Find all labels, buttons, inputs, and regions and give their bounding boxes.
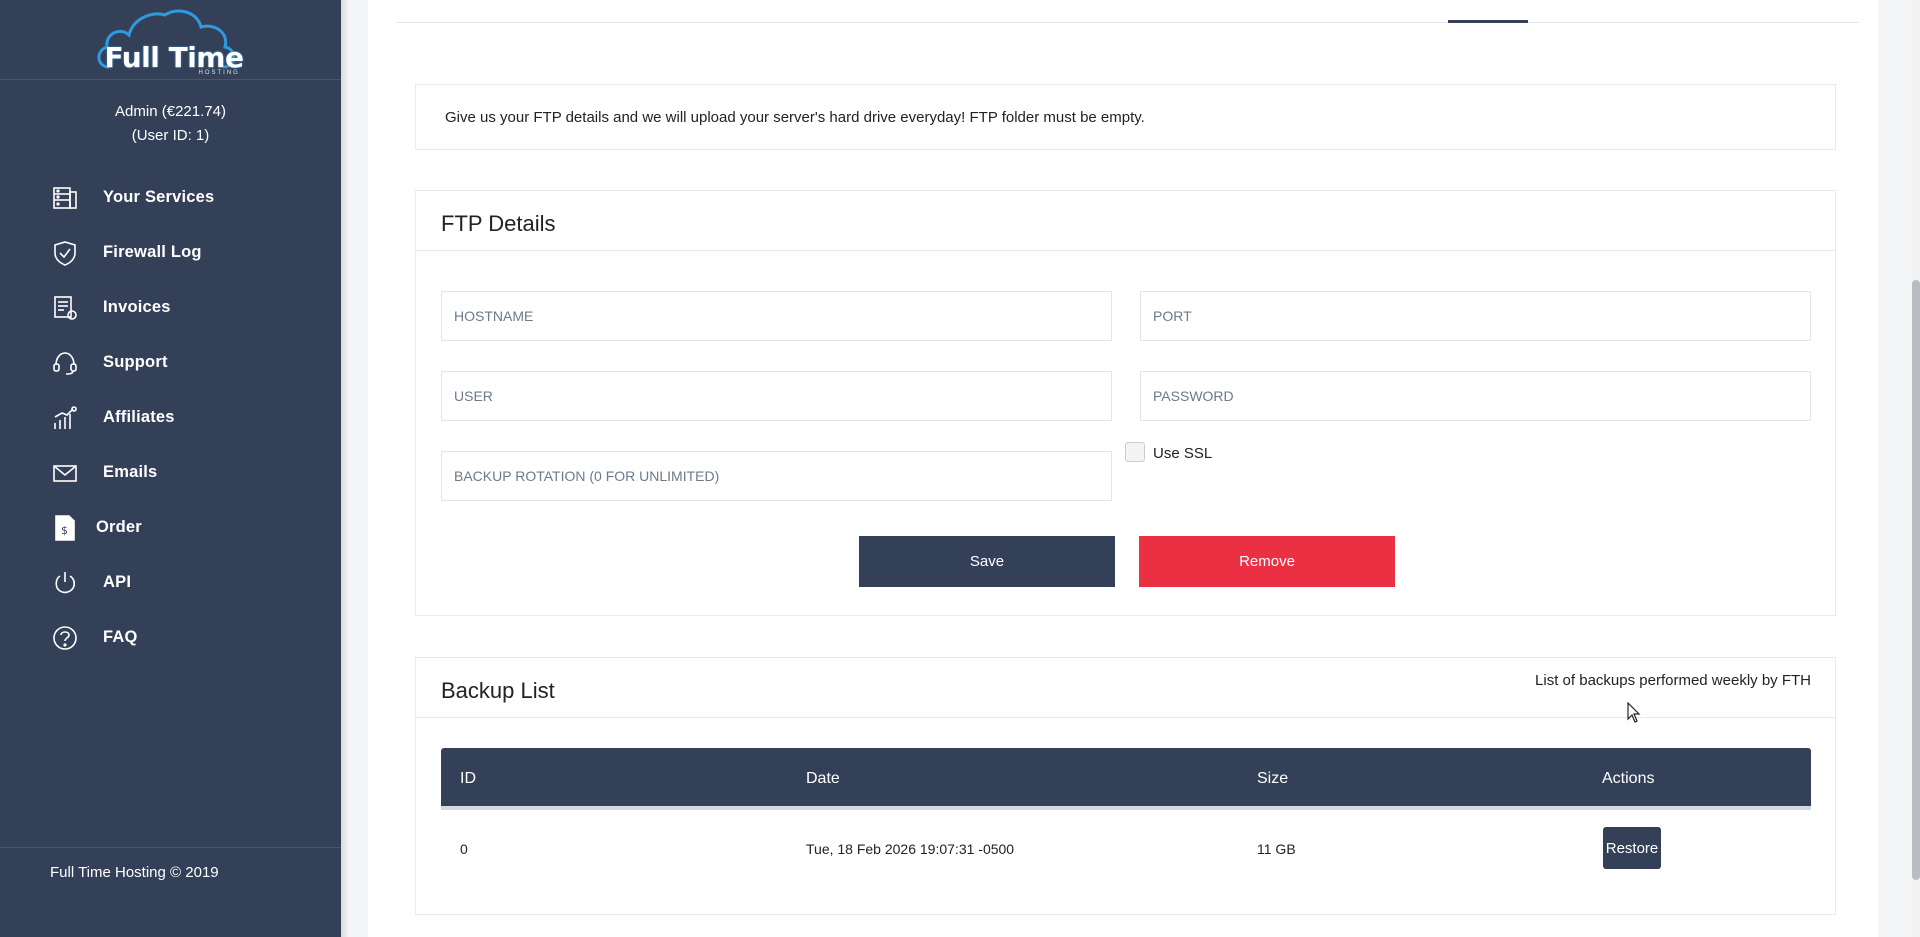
use-ssl-checkbox[interactable] <box>1125 442 1145 462</box>
sidebar-item-label: Affiliates <box>103 408 175 426</box>
growth-chart-icon <box>52 404 78 432</box>
cell-size: 11 GB <box>1257 841 1296 857</box>
user-balance: Admin (€221.74) <box>115 103 226 120</box>
sidebar-item-label: API <box>103 573 132 591</box>
sidebar-item-support[interactable]: Support <box>0 335 341 390</box>
brand-tagline: HOSTING <box>198 69 240 76</box>
svg-text:$: $ <box>61 524 68 537</box>
active-tab-indicator <box>1448 20 1528 23</box>
backup-list-subtitle: List of backups performed weekly by FTH <box>1535 672 1811 689</box>
column-header-actions: Actions <box>1602 770 1655 787</box>
invoice-icon <box>52 294 78 322</box>
brand-header: Full Time HOSTING <box>0 0 341 80</box>
sidebar-item-invoices[interactable]: Invoices <box>0 280 341 335</box>
headset-icon <box>52 349 78 377</box>
sidebar-shadow <box>341 0 349 937</box>
sidebar-item-label: Emails <box>103 463 158 481</box>
backup-list-card: Backup List List of backups performed we… <box>415 657 1836 915</box>
cell-date: Tue, 18 Feb 2026 19:07:31 -0500 <box>806 841 1015 857</box>
hostname-input[interactable] <box>441 291 1112 341</box>
backup-list-title: Backup List <box>441 678 555 703</box>
table-header: ID Date Size Actions <box>441 748 1811 810</box>
ftp-details-card: FTP Details Use SSL Save Remove <box>415 190 1836 616</box>
sidebar-item-label: Order <box>96 518 142 536</box>
restore-button[interactable]: Restore <box>1603 827 1661 869</box>
envelope-icon <box>52 459 78 487</box>
user-info: Admin (€221.74) (User ID: 1) <box>0 100 341 148</box>
brand-logo[interactable]: Full Time HOSTING <box>91 5 251 76</box>
sidebar-item-label: Invoices <box>103 298 171 316</box>
user-id: (User ID: 1) <box>131 127 210 144</box>
sidebar-item-order[interactable]: $ Order <box>0 500 341 555</box>
remove-button[interactable]: Remove <box>1139 536 1395 587</box>
backup-rotation-input[interactable] <box>441 451 1112 501</box>
sidebar-item-label: Support <box>103 353 168 371</box>
password-input[interactable] <box>1140 371 1811 421</box>
main-panel: Give us your FTP details and we will upl… <box>368 0 1878 937</box>
power-icon <box>52 569 78 597</box>
sidebar-item-label: Your Services <box>103 188 215 206</box>
tabs-divider <box>396 22 1859 23</box>
user-input[interactable] <box>441 371 1112 421</box>
sidebar-footer: Full Time Hosting © 2019 <box>0 847 341 937</box>
sidebar: Full Time HOSTING Admin (€221.74) (User … <box>0 0 341 937</box>
question-icon <box>52 624 78 652</box>
column-header-id: ID <box>460 770 476 787</box>
sidebar-item-your-services[interactable]: Your Services <box>0 170 341 225</box>
scrollbar-thumb[interactable] <box>1912 280 1920 880</box>
order-document-icon: $ <box>52 514 78 542</box>
port-input[interactable] <box>1140 291 1811 341</box>
sidebar-item-faq[interactable]: FAQ <box>0 610 341 665</box>
use-ssl-label[interactable]: Use SSL <box>1153 445 1212 462</box>
shield-icon <box>52 239 78 267</box>
mouse-cursor-icon <box>1627 702 1641 723</box>
sidebar-item-firewall-log[interactable]: Firewall Log <box>0 225 341 280</box>
sidebar-nav: Your Services Firewall Log Invoices Supp… <box>0 170 341 665</box>
table-row: 0 Tue, 18 Feb 2026 19:07:31 -0500 11 GB … <box>441 810 1811 880</box>
sidebar-item-label: FAQ <box>103 628 138 646</box>
column-header-date: Date <box>806 770 840 787</box>
save-button[interactable]: Save <box>859 536 1115 587</box>
sidebar-item-label: Firewall Log <box>103 243 202 261</box>
servers-icon <box>52 184 78 212</box>
column-header-size: Size <box>1257 770 1289 787</box>
sidebar-item-api[interactable]: API <box>0 555 341 610</box>
cell-id: 0 <box>460 841 468 857</box>
ftp-details-title: FTP Details <box>416 191 1835 251</box>
ftp-notice: Give us your FTP details and we will upl… <box>415 84 1836 150</box>
sidebar-item-emails[interactable]: Emails <box>0 445 341 500</box>
backup-list-header: Backup List List of backups performed we… <box>416 658 1835 718</box>
sidebar-item-affiliates[interactable]: Affiliates <box>0 390 341 445</box>
